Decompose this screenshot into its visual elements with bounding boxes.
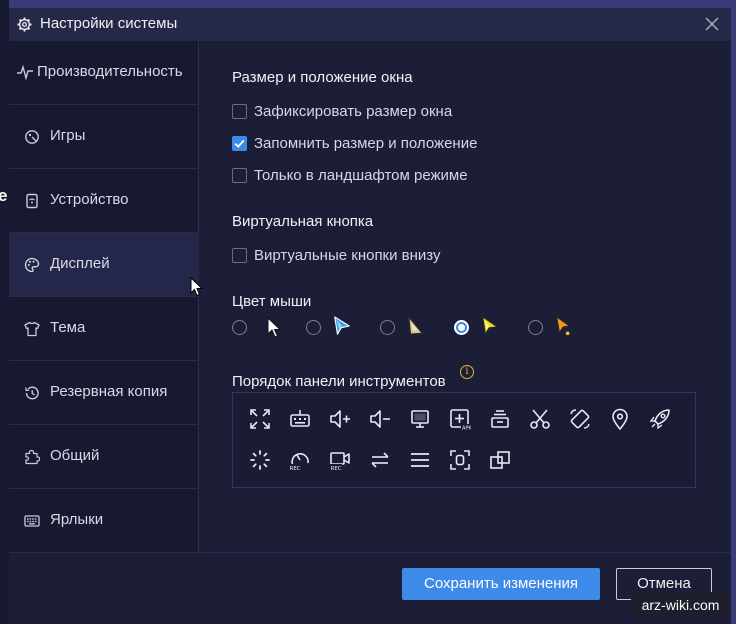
checkbox-label: Зафиксировать размер окна [254, 103, 453, 120]
gear-icon [17, 17, 32, 32]
checkbox-box[interactable] [232, 104, 247, 119]
screenshot-icon[interactable] [449, 449, 471, 471]
sidebar-item-label: Производительность [37, 63, 183, 80]
cursor-color-radio-orange[interactable] [528, 320, 543, 335]
keyboard-mapping-icon[interactable] [289, 408, 311, 430]
svg-text:REC: REC [290, 466, 301, 471]
section-title-toolbar-order: Порядок панели инструментов [232, 373, 446, 390]
device-icon [26, 193, 38, 209]
close-icon[interactable] [704, 16, 720, 32]
save-changes-button[interactable]: Сохранить изменения [402, 568, 600, 600]
title-bar: Настройки системы [9, 8, 731, 41]
footer-divider [9, 552, 731, 553]
pulse-icon [17, 64, 33, 80]
section-title-window-size: Размер и положение окна [232, 69, 413, 86]
cursor-color-radio-blue[interactable] [306, 320, 321, 335]
checkmark-icon [234, 139, 245, 148]
toolbar-order-box: APK REC REC [232, 392, 696, 488]
sidebar-item-performance[interactable]: Производительность [9, 41, 199, 105]
cursor-yellow-icon[interactable] [480, 314, 500, 338]
sidebar-item-label: Дисплей [50, 255, 110, 272]
checkbox-box[interactable] [232, 248, 247, 263]
checkbox-label: Виртуальные кнопки внизу [254, 247, 441, 264]
sidebar-item-device[interactable]: Устройство [9, 169, 199, 233]
install-apk-icon[interactable]: APK [449, 408, 471, 430]
cursor-blue-icon[interactable] [332, 314, 352, 338]
fullscreen-icon[interactable] [249, 408, 271, 430]
loading-icon[interactable] [249, 449, 271, 471]
dialog-title: Настройки системы [40, 15, 178, 32]
cursor-orange-icon[interactable] [554, 314, 574, 338]
cursor-beige-icon[interactable] [406, 314, 426, 338]
menu-icon[interactable] [409, 449, 431, 471]
sidebar-item-games[interactable]: Игры [9, 105, 199, 169]
sidebar-item-display[interactable]: Дисплей [9, 233, 199, 297]
svg-text:APK: APK [462, 426, 471, 431]
screen-icon[interactable] [409, 408, 431, 430]
background-window: e [0, 0, 9, 624]
sidebar-item-label: Резервная копия [50, 383, 168, 400]
cursor-white-icon[interactable] [265, 316, 285, 340]
sidebar-item-backup[interactable]: Резервная копия [9, 361, 199, 425]
cursor-color-radio-white[interactable] [232, 320, 247, 335]
sidebar-item-general[interactable]: Общий [9, 425, 199, 489]
volume-up-icon[interactable] [329, 408, 351, 430]
record-macro-icon[interactable]: REC [289, 449, 311, 471]
background-glyph: e [0, 186, 8, 205]
sidebar-item-shortcuts[interactable]: Ярлыки [9, 489, 199, 553]
sidebar-item-label: Тема [50, 319, 86, 336]
puzzle-icon [25, 449, 40, 465]
record-video-icon[interactable]: REC [329, 449, 351, 471]
volume-down-icon[interactable] [369, 408, 391, 430]
shirt-icon [24, 321, 40, 337]
sidebar-item-label: Общий [50, 447, 100, 464]
keyboard-icon [24, 515, 40, 527]
checkbox-box[interactable] [232, 168, 247, 183]
screenshot-cut-icon[interactable] [529, 408, 551, 430]
history-icon [25, 386, 39, 400]
sync-icon[interactable] [369, 449, 391, 471]
window-copy-icon[interactable] [489, 449, 511, 471]
multi-instance-icon[interactable] [489, 408, 511, 430]
checkbox-label: Только в ландшафтом режиме [254, 167, 468, 184]
checkbox-label: Запомнить размер и положение [254, 135, 478, 152]
checkbox-box[interactable] [232, 136, 247, 151]
palette-icon [24, 257, 40, 273]
sidebar-item-label: Игры [50, 127, 86, 144]
sidebar-item-label: Устройство [50, 191, 129, 208]
gamepad-icon [25, 130, 39, 144]
info-icon[interactable]: i [460, 365, 474, 379]
sidebar-item-theme[interactable]: Тема [9, 297, 199, 361]
svg-text:REC: REC [331, 466, 342, 471]
rocket-icon[interactable] [649, 408, 671, 430]
rotate-icon[interactable] [569, 408, 591, 430]
sidebar-item-label: Ярлыки [50, 511, 104, 528]
cursor-color-radio-yellow[interactable] [454, 320, 469, 335]
section-title-mouse-color: Цвет мыши [232, 293, 312, 310]
cursor-color-radio-beige[interactable] [380, 320, 395, 335]
watermark-badge: arz-wiki.com [631, 592, 730, 618]
section-title-virtual-button: Виртуальная кнопка [232, 213, 374, 230]
settings-sidebar: Производительность Игры Устройство Диспл… [9, 41, 199, 553]
location-icon[interactable] [609, 408, 631, 430]
settings-dialog: Настройки системы Производительность Игр… [9, 8, 731, 624]
